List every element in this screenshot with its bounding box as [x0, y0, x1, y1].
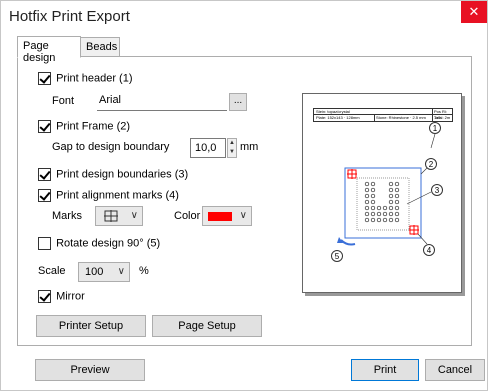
preview-boundary [356, 177, 410, 231]
print-alignment-checkbox[interactable]: Print alignment marks (4) [38, 189, 179, 205]
scale-unit-label: % [139, 265, 149, 277]
print-boundaries-label: Print design boundaries (3) [56, 168, 189, 181]
print-frame-label: Print Frame (2) [56, 120, 131, 133]
bead-dot [388, 211, 394, 217]
print-frame-check-icon[interactable] [38, 120, 51, 133]
mirror-check-icon[interactable] [38, 290, 51, 303]
callout-4: 4 [423, 244, 435, 256]
callout-1: 1 [429, 122, 441, 134]
color-label: Color [174, 210, 201, 222]
callout-2: 2 [425, 158, 437, 170]
bead-dot [364, 187, 370, 193]
callout-5: 5 [331, 250, 343, 262]
bead-dot [364, 211, 370, 217]
preview-button[interactable]: Preview [35, 359, 145, 381]
print-header-check-icon[interactable] [38, 72, 51, 85]
scale-value: 100 [85, 266, 104, 278]
bead-dot [370, 181, 376, 187]
bead-dot [376, 205, 382, 211]
print-boundaries-checkbox[interactable]: Print design boundaries (3) [38, 168, 188, 184]
print-header-label: Print header (1) [56, 72, 133, 85]
tab-beads[interactable]: Beads [80, 37, 120, 57]
rotate-checkbox[interactable]: Rotate design 90° (5) [38, 237, 160, 253]
bead-dot [370, 199, 376, 205]
bead-dot [388, 187, 394, 193]
bead-dot [388, 205, 394, 211]
bead-dot [382, 211, 388, 217]
color-dropdown[interactable]: ∨ [202, 206, 252, 226]
page-design-panel: Print header (1) Font Arial ... Print Fr… [17, 56, 472, 346]
bead-dot [376, 217, 382, 223]
rotate-arrow-icon [340, 239, 356, 246]
cancel-button[interactable]: Cancel [425, 359, 485, 381]
bead-dot [364, 199, 370, 205]
print-header-checkbox[interactable]: Print header (1) [38, 72, 133, 88]
rotate-check-icon[interactable] [38, 237, 51, 250]
bead-dot [370, 187, 376, 193]
bead-dot [376, 211, 382, 217]
tab-page-design[interactable]: Page design [17, 36, 81, 64]
alignment-mark-icon [347, 169, 357, 179]
bead-dot [394, 181, 400, 187]
dialog-window: Hotfix Print Export ✕ Page design Beads … [0, 0, 488, 391]
preview-illustration: Stein: topaz/crystal Pos Ri: 1x3 Plate: … [302, 93, 462, 293]
gap-spinner[interactable]: ▲ ▼ [227, 138, 237, 158]
bead-dot [394, 205, 400, 211]
spin-down-icon[interactable]: ▼ [228, 148, 236, 157]
chevron-down-icon: ∨ [117, 266, 125, 277]
bead-dot [364, 205, 370, 211]
bead-dot [370, 217, 376, 223]
font-field[interactable]: Arial [97, 91, 227, 111]
color-swatch [208, 212, 232, 221]
print-alignment-check-icon[interactable] [38, 189, 51, 202]
preview-bead-pattern [364, 181, 400, 223]
crosshair-square-icon [104, 210, 118, 222]
mirror-label: Mirror [56, 290, 85, 303]
mirror-checkbox[interactable]: Mirror [38, 290, 85, 306]
scale-dropdown[interactable]: 100 ∨ [78, 262, 130, 282]
bead-dot [394, 193, 400, 199]
font-browse-button[interactable]: ... [229, 93, 247, 111]
bead-dot [370, 205, 376, 211]
alignment-mark-icon [409, 225, 419, 235]
page-setup-button[interactable]: Page Setup [152, 315, 262, 337]
bead-dot [370, 193, 376, 199]
printer-setup-button[interactable]: Printer Setup [36, 315, 146, 337]
scale-label: Scale [38, 265, 66, 277]
bead-dot [394, 217, 400, 223]
titlebar: Hotfix Print Export ✕ [1, 1, 487, 29]
font-label: Font [52, 95, 75, 107]
bead-dot [364, 181, 370, 187]
marks-label: Marks [52, 210, 82, 222]
bead-dot [394, 211, 400, 217]
spin-up-icon[interactable]: ▲ [228, 139, 236, 148]
rotate-label: Rotate design 90° (5) [56, 237, 161, 250]
bead-dot [388, 181, 394, 187]
marks-dropdown[interactable]: ∨ [95, 206, 143, 226]
bead-dot [388, 199, 394, 205]
bead-dot [394, 187, 400, 193]
print-alignment-label: Print alignment marks (4) [56, 189, 179, 202]
gap-unit-label: mm [240, 141, 259, 153]
chevron-down-icon: ∨ [239, 210, 247, 221]
bead-dot [394, 199, 400, 205]
print-button[interactable]: Print [351, 359, 419, 381]
window-title: Hotfix Print Export [9, 8, 130, 25]
bead-dot [388, 193, 394, 199]
bead-dot [364, 217, 370, 223]
print-frame-checkbox[interactable]: Print Frame (2) [38, 120, 130, 136]
print-boundaries-check-icon[interactable] [38, 168, 51, 181]
bead-dot [370, 211, 376, 217]
bead-dot [382, 205, 388, 211]
close-button[interactable]: ✕ [461, 1, 487, 23]
callout-3: 3 [431, 184, 443, 196]
gap-input[interactable]: 10,0 [190, 138, 226, 158]
bead-dot [388, 217, 394, 223]
bead-dot [382, 217, 388, 223]
gap-label: Gap to design boundary [52, 141, 170, 153]
chevron-down-icon: ∨ [130, 210, 138, 221]
bead-dot [364, 193, 370, 199]
